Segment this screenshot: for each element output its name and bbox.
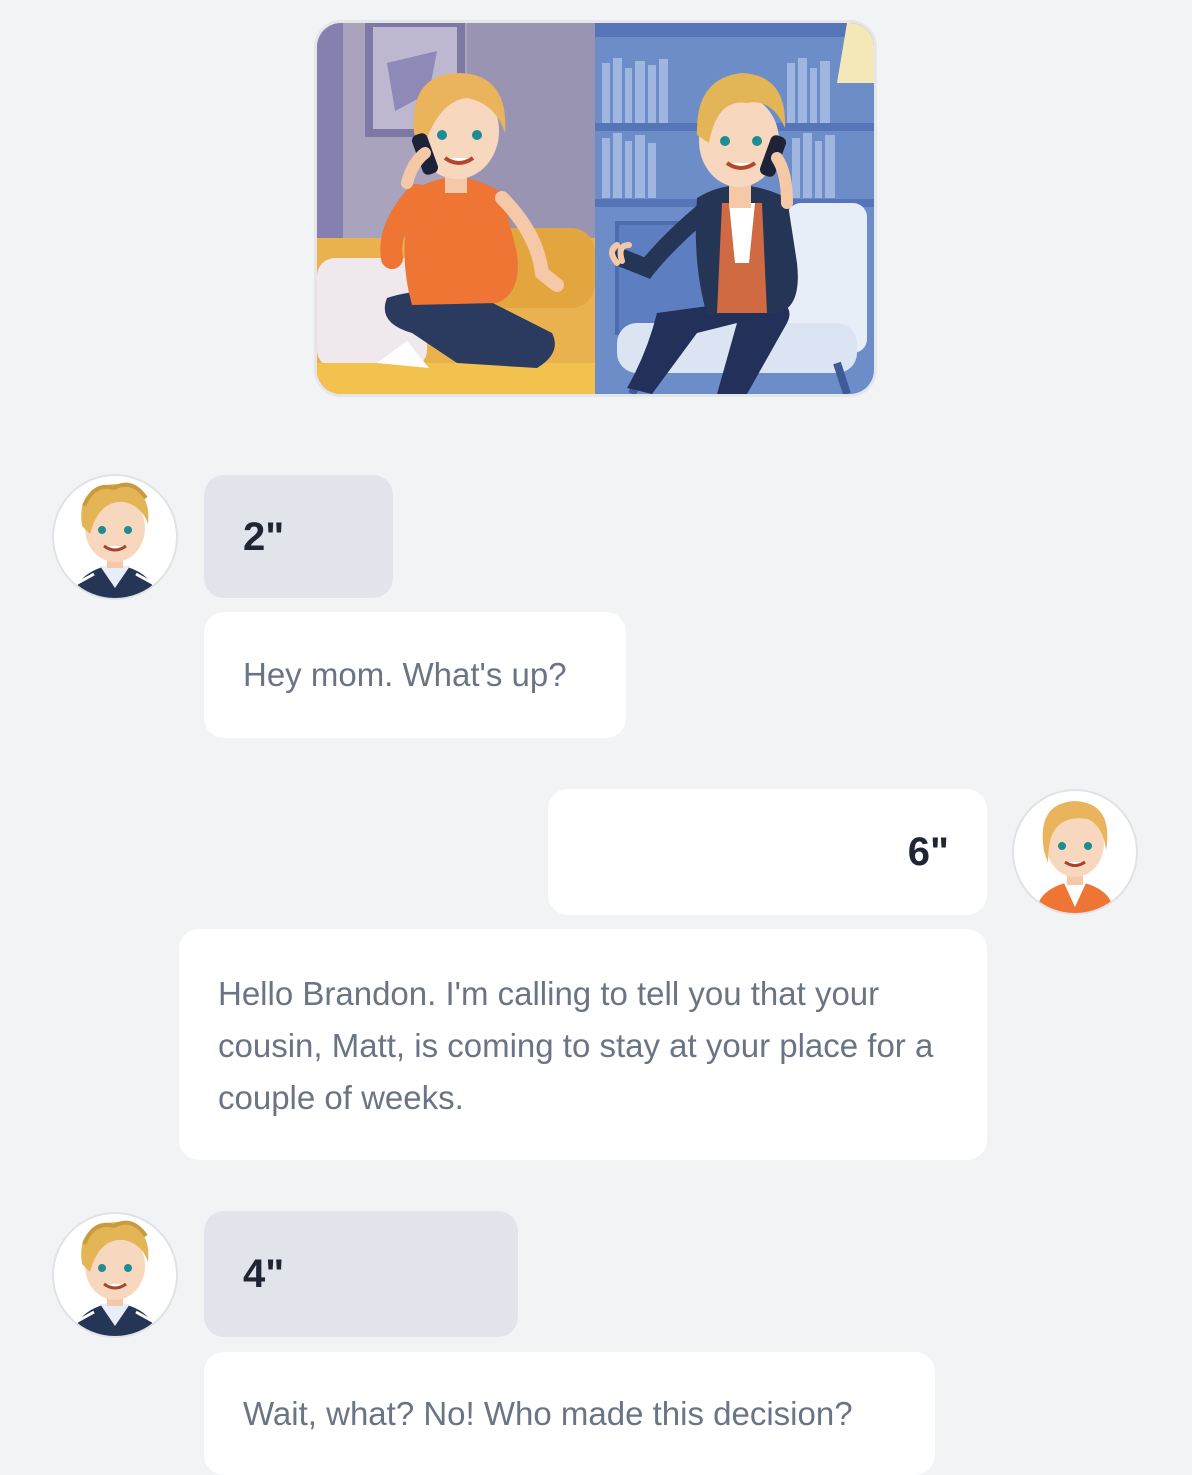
duration-label: 4" xyxy=(243,1252,285,1296)
audio-duration-bubble[interactable]: 6" xyxy=(548,789,987,915)
message-bubble: Hey mom. What's up? xyxy=(204,612,626,738)
audio-duration-bubble[interactable]: 4" xyxy=(204,1211,518,1337)
brandon-avatar-icon xyxy=(54,1214,176,1336)
duration-label: 2" xyxy=(243,514,285,559)
audio-duration-bubble[interactable]: 2" xyxy=(204,475,393,598)
message-text: Hello Brandon. I'm calling to tell you t… xyxy=(218,975,934,1116)
mom-avatar-icon xyxy=(1014,791,1136,913)
message-bubble: Wait, what? No! Who made this decision? xyxy=(204,1352,935,1475)
scene-illustration xyxy=(317,23,874,394)
message-text: Hey mom. What's up? xyxy=(243,656,567,693)
duration-label: 6" xyxy=(907,830,949,874)
message-bubble: Hello Brandon. I'm calling to tell you t… xyxy=(179,929,987,1160)
brandon-avatar-icon xyxy=(54,476,176,598)
message-text: Wait, what? No! Who made this decision? xyxy=(243,1394,853,1432)
